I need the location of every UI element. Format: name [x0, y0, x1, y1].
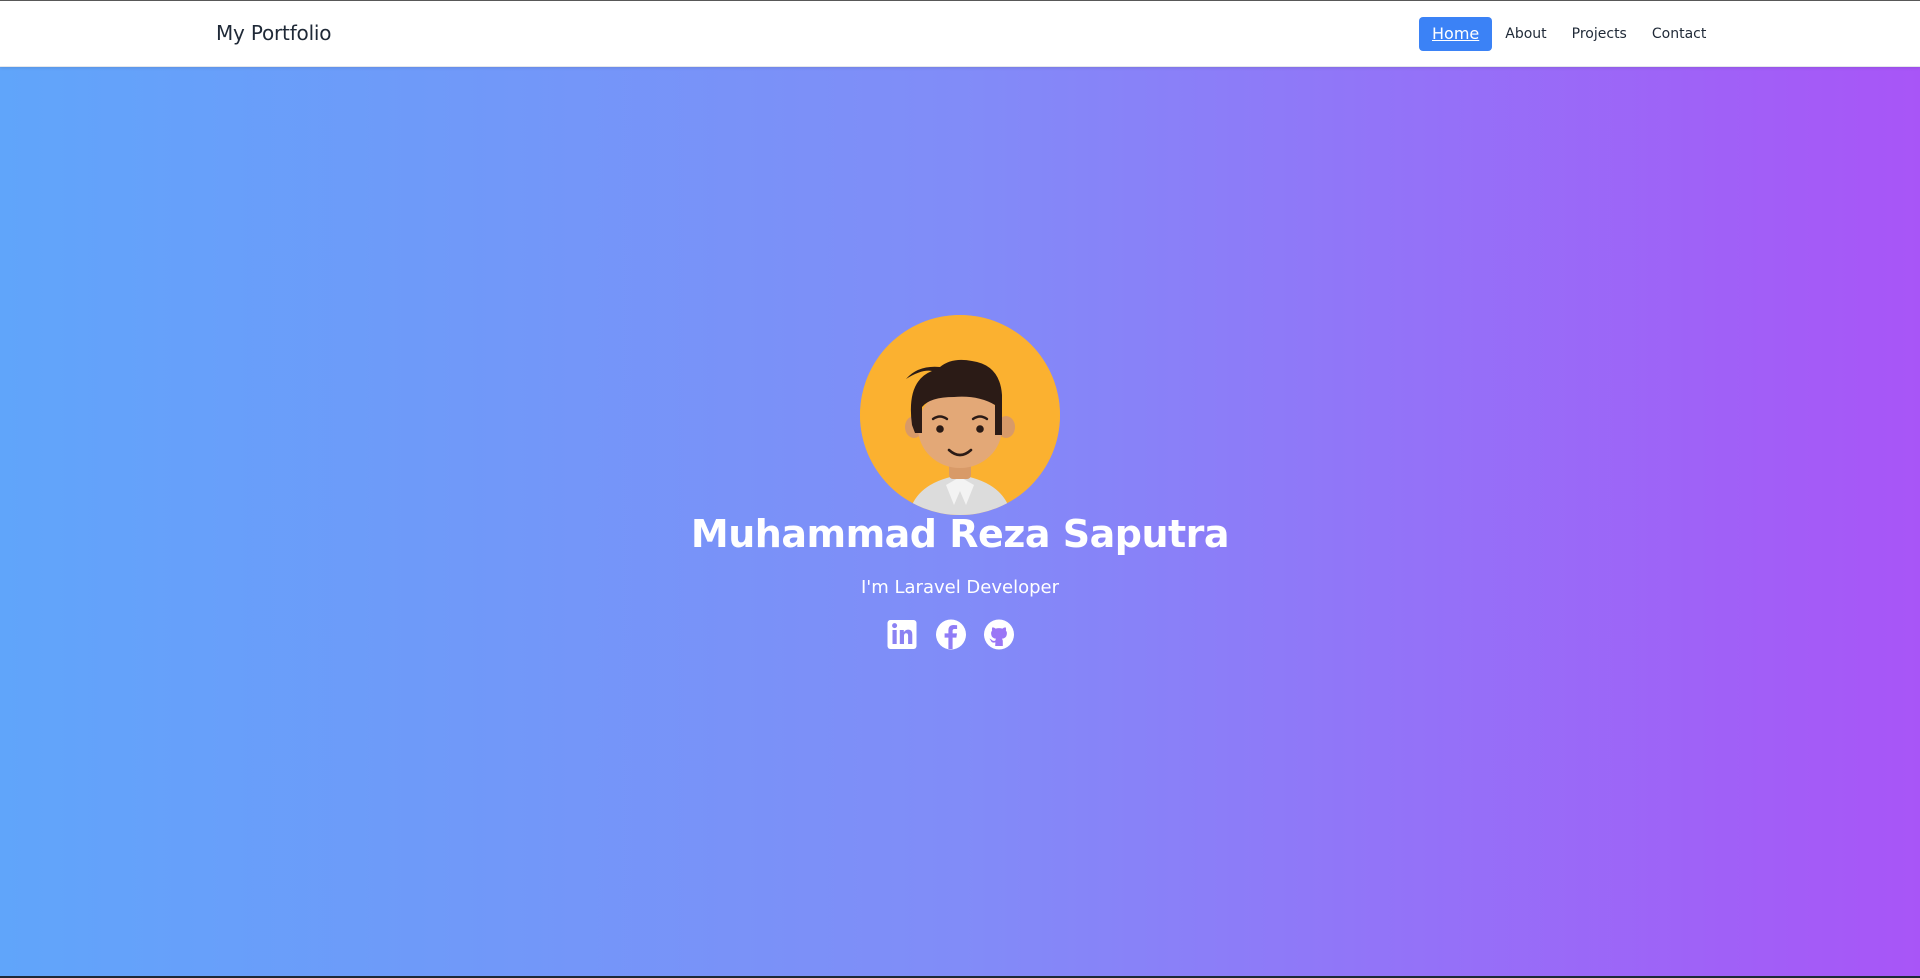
social-links: [887, 618, 1014, 650]
nav-link-projects[interactable]: Projects: [1560, 17, 1639, 51]
nav-link-home[interactable]: Home: [1419, 17, 1493, 51]
nav-links: Home About Projects Contact: [1419, 17, 1719, 51]
linkedin-icon[interactable]: [887, 618, 917, 650]
facebook-icon[interactable]: [935, 618, 966, 650]
github-icon[interactable]: [983, 618, 1014, 650]
hero-tagline: I'm Laravel Developer: [860, 577, 1060, 598]
hero-name: Muhammad Reza Saputra: [690, 512, 1230, 556]
cartoon-man-avatar-icon: [860, 315, 1060, 515]
avatar: [860, 315, 1060, 515]
navbar: My Portfolio Home About Projects Contact: [0, 1, 1920, 67]
nav-link-about[interactable]: About: [1493, 17, 1558, 51]
nav-link-contact[interactable]: Contact: [1640, 17, 1718, 51]
brand-logo[interactable]: My Portfolio: [216, 21, 332, 45]
